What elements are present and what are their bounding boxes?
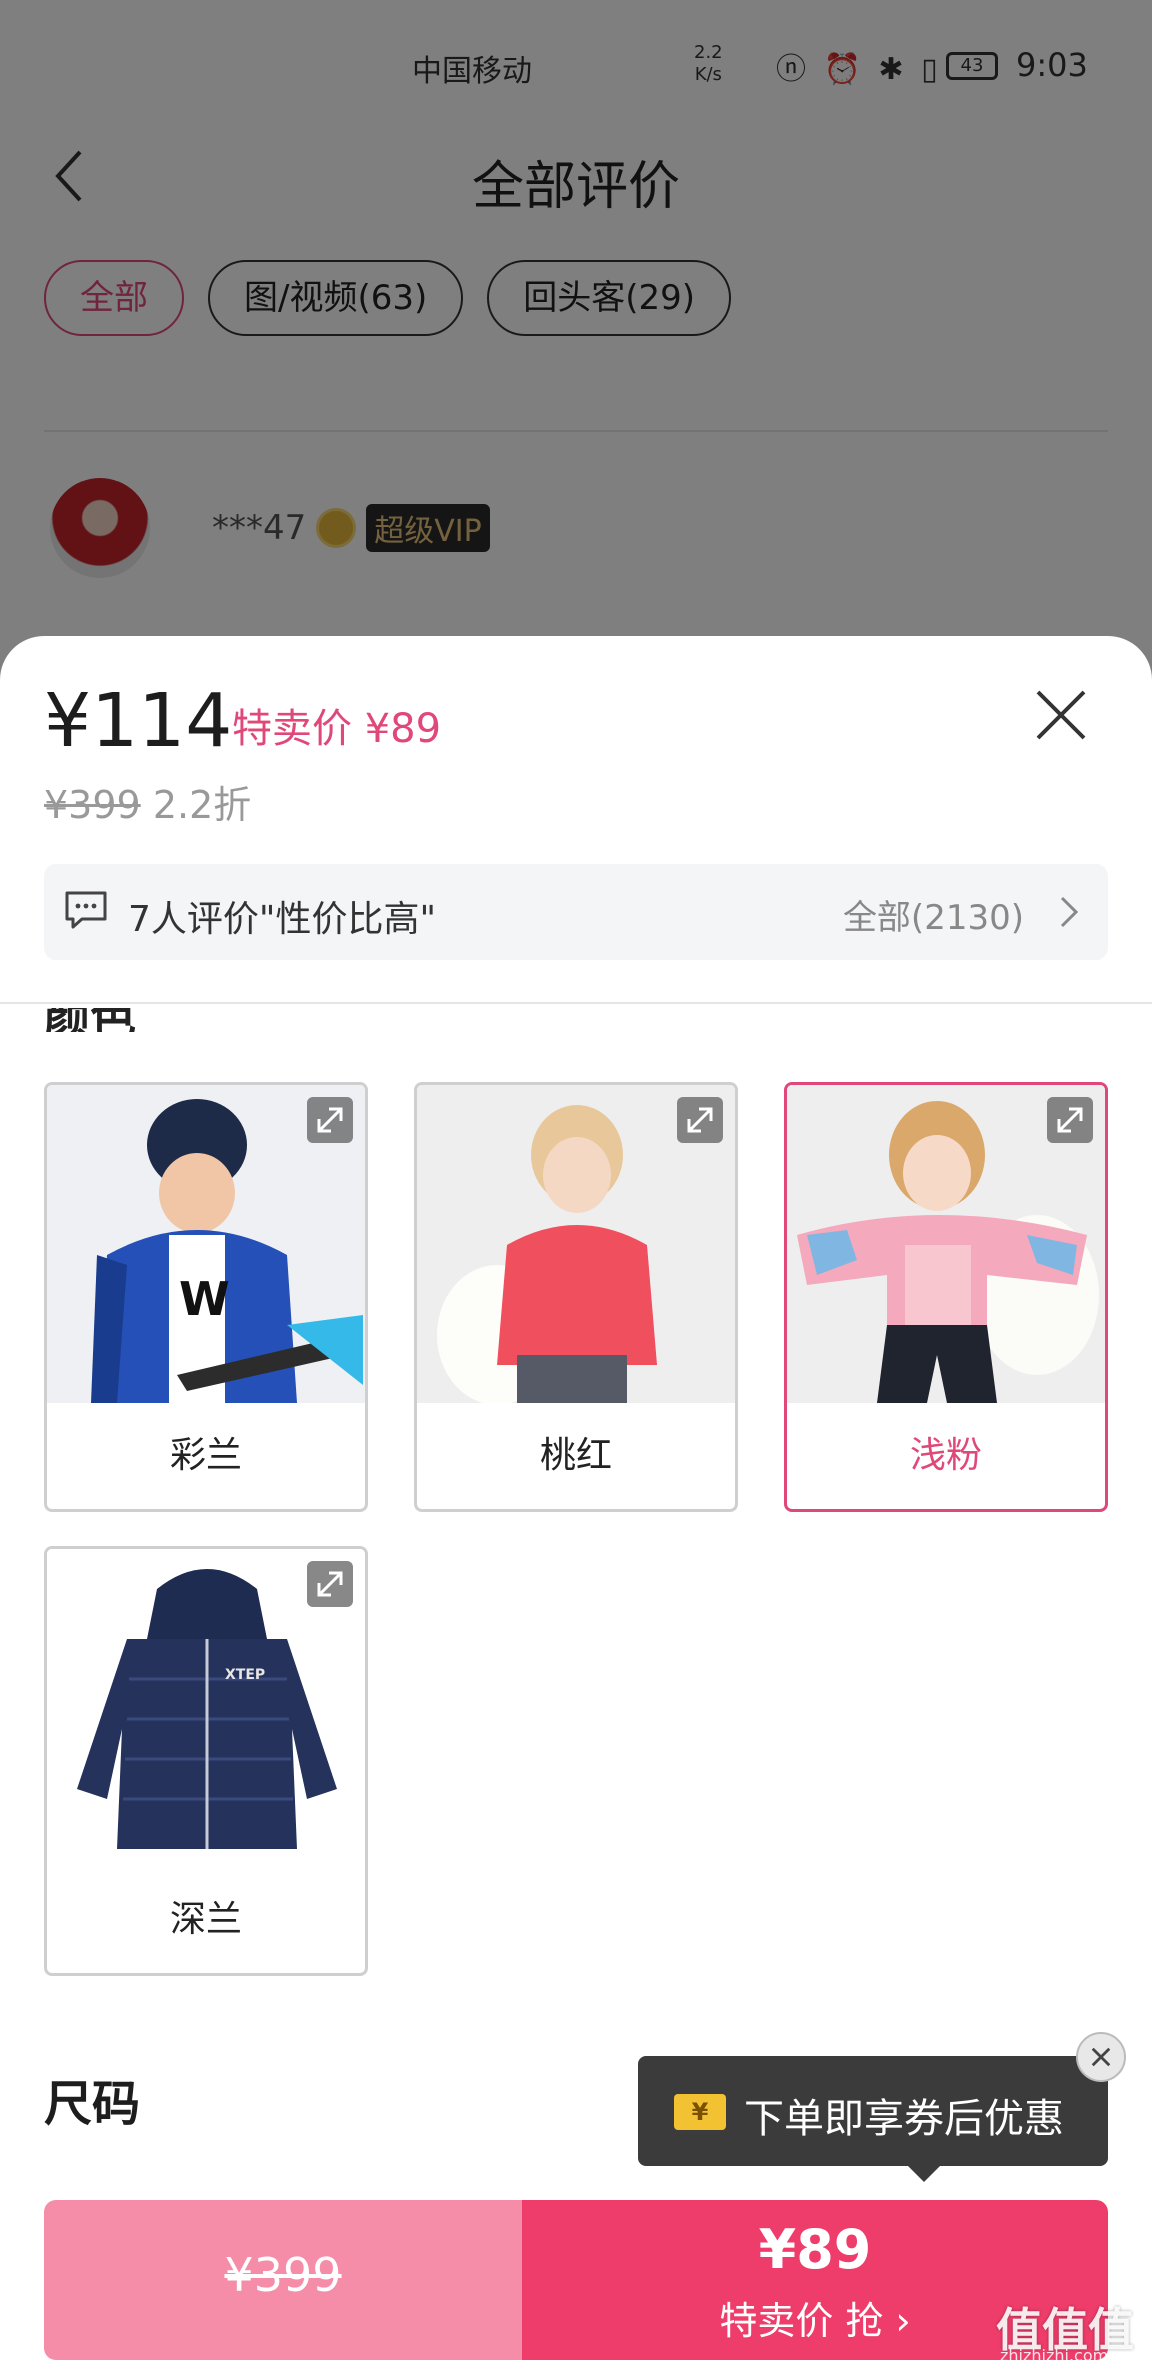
original-price-button[interactable]: ¥399 [44, 2200, 522, 2360]
color-option-cailan[interactable]: W 彩兰 [44, 1082, 368, 1512]
special-price-label: 特卖价 ¥89 [232, 706, 442, 752]
purchase-bar: ¥399 ¥89 特卖价 抢 › [44, 2200, 1108, 2360]
comment-icon [65, 891, 107, 929]
discount-label: 2.2折 [152, 783, 252, 827]
color-option-shenlan[interactable]: XTEP 深兰 [44, 1546, 368, 1976]
size-section-title: 尺码 [44, 2076, 141, 2132]
color-label: 桃红 [539, 1435, 612, 1476]
expand-icon[interactable] [307, 1097, 353, 1143]
coupon-tooltip-text: 下单即享券后优惠 [744, 2096, 1064, 2142]
color-label: 浅粉 [909, 1435, 982, 1476]
review-all-link[interactable]: 全部(2130) [843, 890, 1024, 939]
svg-text:XTEP: XTEP [225, 1667, 265, 1683]
watermark-domain: zhizhizhi.com [1000, 2346, 1109, 2365]
color-label: 深兰 [169, 1899, 242, 1940]
expand-icon[interactable] [677, 1097, 723, 1143]
color-option-qianfen[interactable]: 浅粉 [784, 1082, 1108, 1512]
close-icon[interactable] [1030, 684, 1092, 746]
original-price-row: ¥399 2.2折 [44, 774, 251, 829]
coupon-ticket-icon: ¥ [674, 2094, 726, 2130]
divider [0, 1002, 1152, 1004]
color-section-title: 颜色 [44, 1008, 144, 1032]
original-price-text: ¥399 [224, 2248, 342, 2302]
svg-text:W: W [179, 1272, 230, 1326]
expand-icon[interactable] [307, 1561, 353, 1607]
tooltip-arrow [908, 2166, 940, 2182]
coupon-tooltip: ¥ 下单即享券后优惠 [638, 2056, 1108, 2182]
chevron-right-icon [1060, 896, 1079, 928]
expand-icon[interactable] [1047, 1097, 1093, 1143]
color-label: 彩兰 [169, 1435, 242, 1476]
special-buy-price: ¥89 [758, 2218, 872, 2281]
sku-sheet: ¥114 特卖价 ¥89 ¥399 2.2折 7人评价"性价比高" 全部(213… [0, 636, 1152, 2376]
color-option-taohong[interactable]: 桃红 [414, 1082, 738, 1512]
current-price: ¥114 [44, 678, 233, 764]
tooltip-close-icon[interactable] [1076, 2032, 1126, 2082]
original-price: ¥399 [44, 783, 141, 827]
review-summary-text: 7人评价"性价比高" [128, 899, 437, 940]
review-summary-bar[interactable]: 7人评价"性价比高" 全部(2130) [44, 864, 1108, 960]
